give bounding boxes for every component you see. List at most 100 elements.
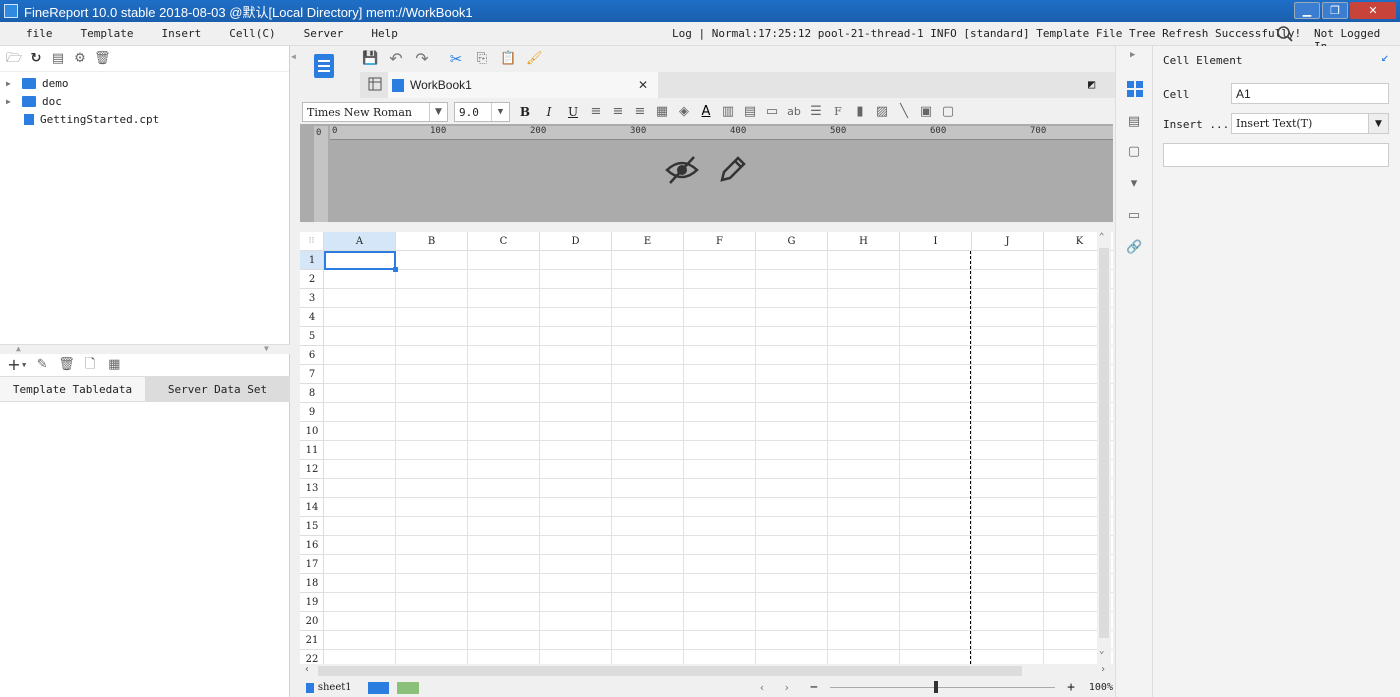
- hide-header-icon[interactable]: [664, 154, 700, 186]
- log-status[interactable]: Log | Normal:17:25:12 pool-21-thread-1 I…: [672, 27, 1301, 40]
- menu-help[interactable]: Help: [357, 27, 412, 40]
- spreadsheet-grid[interactable]: ⁝⁝ ABCDEFGHIJK 1 2 3 4 5 6 7 8 9 10 11 12 13 14 15 16 17…: [300, 232, 1113, 664]
- scroll-right-icon[interactable]: ›: [1100, 664, 1106, 675]
- italic-button[interactable]: I: [540, 105, 558, 119]
- cut-icon[interactable]: ✂: [448, 51, 464, 67]
- sub-report-icon[interactable]: ▣: [918, 104, 934, 120]
- insert-type-select[interactable]: Insert Text(T) ▼: [1231, 113, 1389, 134]
- slash-icon[interactable]: ╲: [896, 104, 912, 120]
- row-header-3[interactable]: 3: [300, 289, 324, 308]
- next-sheet-icon[interactable]: ›: [783, 681, 790, 694]
- image-icon[interactable]: ▨: [874, 104, 890, 120]
- expand-arrow-icon[interactable]: ▶: [0, 79, 14, 88]
- template-info-icon[interactable]: ▤: [50, 51, 66, 67]
- collapse-right-icon[interactable]: ▶: [1130, 50, 1135, 60]
- edit-header-icon[interactable]: [716, 154, 748, 186]
- row-header-17[interactable]: 17: [300, 555, 324, 574]
- scroll-thumb[interactable]: [1099, 248, 1109, 638]
- template-type-icon[interactable]: [312, 52, 336, 86]
- column-header-b[interactable]: B: [396, 232, 468, 251]
- minimize-button[interactable]: ▁: [1294, 2, 1320, 19]
- chevron-down-icon[interactable]: ▼: [491, 103, 509, 121]
- text-field-icon[interactable]: ▭: [764, 104, 780, 120]
- panel-splitter[interactable]: ▲ ▼: [0, 344, 290, 354]
- zoom-out-button[interactable]: −: [810, 680, 818, 695]
- hyperlink-tab-icon[interactable]: 🔗: [1126, 240, 1142, 256]
- unmerge-cells-icon[interactable]: ▤: [742, 104, 758, 120]
- tab-workbook1[interactable]: WorkBook1 ✕: [388, 72, 658, 98]
- chevron-down-icon[interactable]: ▼: [1368, 114, 1388, 133]
- text-element-icon[interactable]: ab: [786, 104, 802, 120]
- row-header-16[interactable]: 16: [300, 536, 324, 555]
- collapse-down-icon[interactable]: ▼: [264, 344, 269, 353]
- row-header-4[interactable]: 4: [300, 308, 324, 327]
- row-header-9[interactable]: 9: [300, 403, 324, 422]
- format-painter-icon[interactable]: 🖌: [526, 51, 543, 67]
- cell-element-tab-icon[interactable]: [1126, 80, 1144, 98]
- row-header-14[interactable]: 14: [300, 498, 324, 517]
- menu-insert[interactable]: Insert: [147, 27, 215, 40]
- row-header-22[interactable]: 22: [300, 650, 324, 665]
- tab-server-dataset[interactable]: Server Data Set: [145, 377, 290, 401]
- row-header-8[interactable]: 8: [300, 384, 324, 403]
- row-header-2[interactable]: 2: [300, 270, 324, 289]
- row-header-1[interactable]: 1: [300, 251, 324, 270]
- pin-icon[interactable]: ↙: [1381, 50, 1389, 65]
- align-center-icon[interactable]: ≡: [610, 104, 626, 120]
- horizontal-scrollbar[interactable]: ‹ ›: [300, 664, 1113, 678]
- floating-element-tab-icon[interactable]: ▢: [1126, 144, 1142, 160]
- restore-button[interactable]: ❐: [1322, 2, 1348, 19]
- menu-cell[interactable]: Cell(C): [215, 27, 289, 40]
- chart-icon[interactable]: ▮: [852, 104, 868, 120]
- font-family-select[interactable]: Times New Roman ▼: [302, 102, 448, 122]
- cell-content-field[interactable]: [1163, 143, 1389, 167]
- add-report-sheet-icon[interactable]: [367, 681, 390, 694]
- cell-field[interactable]: A1: [1231, 83, 1389, 104]
- underline-button[interactable]: U: [564, 105, 582, 119]
- select-all-corner[interactable]: ⁝⁝: [300, 232, 324, 251]
- merge-cells-icon[interactable]: ▥: [720, 104, 736, 120]
- expand-arrow-icon[interactable]: ▶: [0, 97, 14, 106]
- close-tab-icon[interactable]: ✕: [638, 78, 648, 92]
- prev-sheet-icon[interactable]: ‹: [759, 681, 766, 694]
- cell-border-icon[interactable]: ▢: [940, 104, 956, 120]
- vertical-scrollbar[interactable]: ⌃ ⌄: [1097, 232, 1111, 664]
- dataset-info-icon[interactable]: ▦: [106, 357, 122, 373]
- column-header-j[interactable]: J: [972, 232, 1044, 251]
- preview-icon[interactable]: 🗋: [82, 357, 98, 373]
- border-icon[interactable]: ▦: [654, 104, 670, 120]
- collapse-left-icon[interactable]: ◀: [291, 52, 296, 61]
- paste-icon[interactable]: 📋: [500, 51, 516, 67]
- tree-item-demo[interactable]: ▶ demo: [0, 74, 289, 92]
- row-header-18[interactable]: 18: [300, 574, 324, 593]
- column-header-i[interactable]: I: [900, 232, 972, 251]
- vertical-splitter[interactable]: ◀: [290, 46, 298, 697]
- tab-menu-icon[interactable]: ◩: [1088, 77, 1095, 91]
- rich-text-icon[interactable]: ☰: [808, 104, 824, 120]
- scroll-thumb[interactable]: [318, 666, 1022, 676]
- column-header-c[interactable]: C: [468, 232, 540, 251]
- search-icon[interactable]: [1276, 25, 1294, 43]
- menu-server[interactable]: Server: [290, 27, 358, 40]
- chevron-down-icon[interactable]: ▼: [429, 103, 447, 121]
- column-header-e[interactable]: E: [612, 232, 684, 251]
- selected-cell[interactable]: [324, 251, 396, 270]
- row-header-21[interactable]: 21: [300, 631, 324, 650]
- tree-item-gettingstarted[interactable]: GettingStarted.cpt: [0, 110, 289, 128]
- row-header-5[interactable]: 5: [300, 327, 324, 346]
- font-size-select[interactable]: 9.0 ▼: [454, 102, 510, 122]
- delete-icon[interactable]: 🗑: [94, 51, 111, 67]
- condition-tab-icon[interactable]: ▭: [1126, 208, 1142, 224]
- column-header-h[interactable]: H: [828, 232, 900, 251]
- zoom-in-button[interactable]: +: [1067, 680, 1075, 695]
- delete-dataset-icon[interactable]: 🗑: [58, 357, 75, 373]
- dropdown-arrow-icon[interactable]: ▼: [22, 361, 26, 369]
- refresh-icon[interactable]: ↻: [28, 51, 44, 67]
- add-dataset-icon[interactable]: +: [6, 357, 22, 373]
- row-header-10[interactable]: 10: [300, 422, 324, 441]
- add-form-sheet-icon[interactable]: [397, 681, 419, 694]
- row-header-6[interactable]: 6: [300, 346, 324, 365]
- undo-icon[interactable]: ↶: [388, 51, 404, 67]
- bold-button[interactable]: B: [516, 105, 534, 119]
- row-header-7[interactable]: 7: [300, 365, 324, 384]
